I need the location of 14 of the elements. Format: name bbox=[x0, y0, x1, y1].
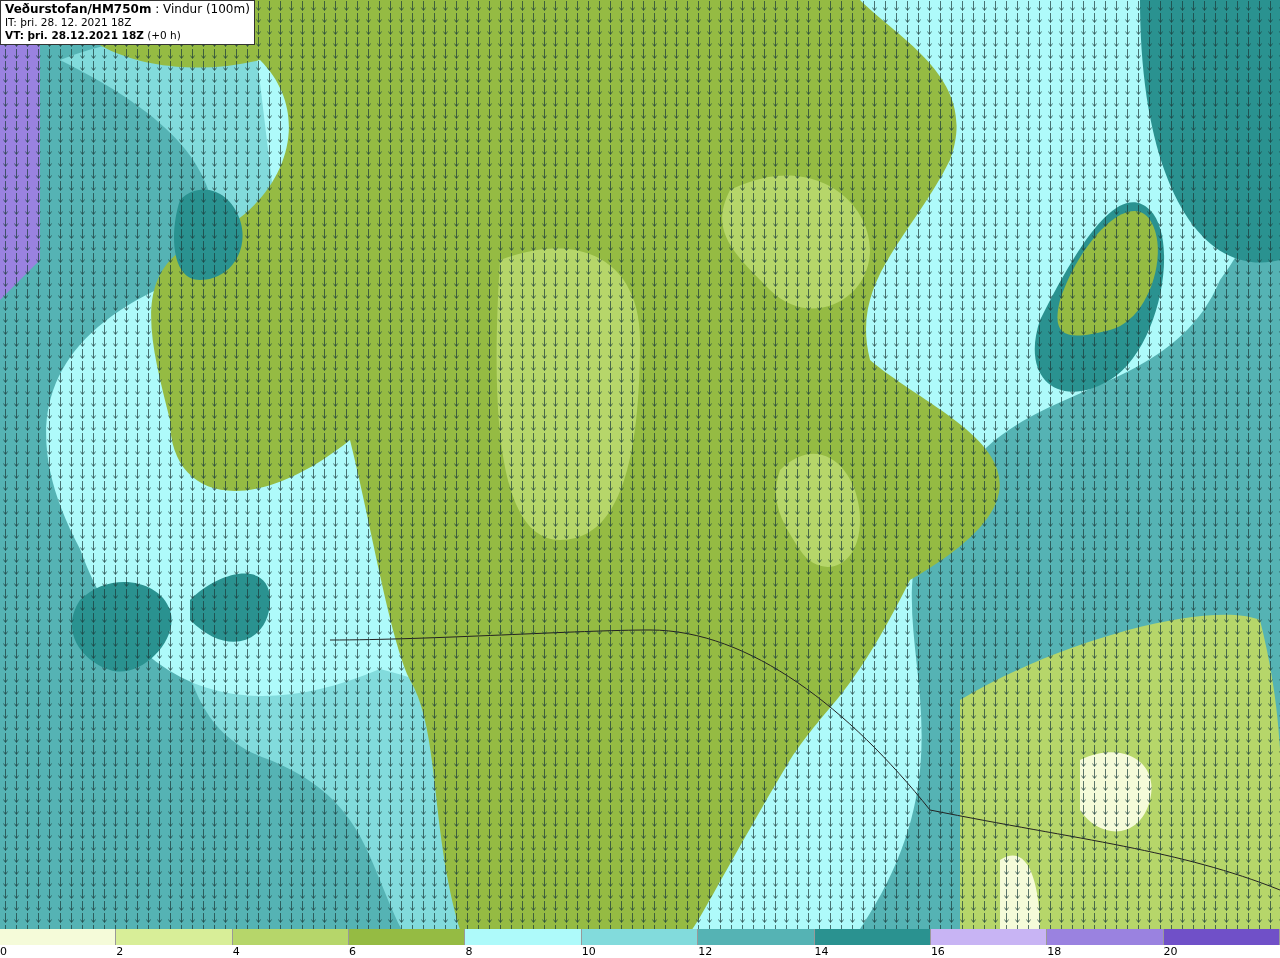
legend-label: 10 bbox=[581, 945, 596, 958]
title-line: VT: þri. 28.12.2021 18Z (+0 h) bbox=[5, 29, 182, 42]
legend-label: 20 bbox=[1163, 945, 1178, 958]
legend-label: 8 bbox=[465, 945, 473, 958]
legend-label: 18 bbox=[1047, 945, 1062, 958]
title-line: IT: þri. 28. 12. 2021 18Z bbox=[5, 16, 133, 29]
legend-label: 0 bbox=[0, 945, 7, 958]
legend-label: 2 bbox=[116, 945, 124, 958]
legend-label: 16 bbox=[930, 945, 945, 958]
legend-label: 14 bbox=[814, 945, 829, 958]
legend-label: 4 bbox=[232, 945, 240, 958]
title-line: Veðurstofan/HM750m : Vindur (100m) bbox=[5, 3, 250, 16]
legend-label: 6 bbox=[349, 945, 357, 958]
legend-label: 12 bbox=[698, 945, 713, 958]
